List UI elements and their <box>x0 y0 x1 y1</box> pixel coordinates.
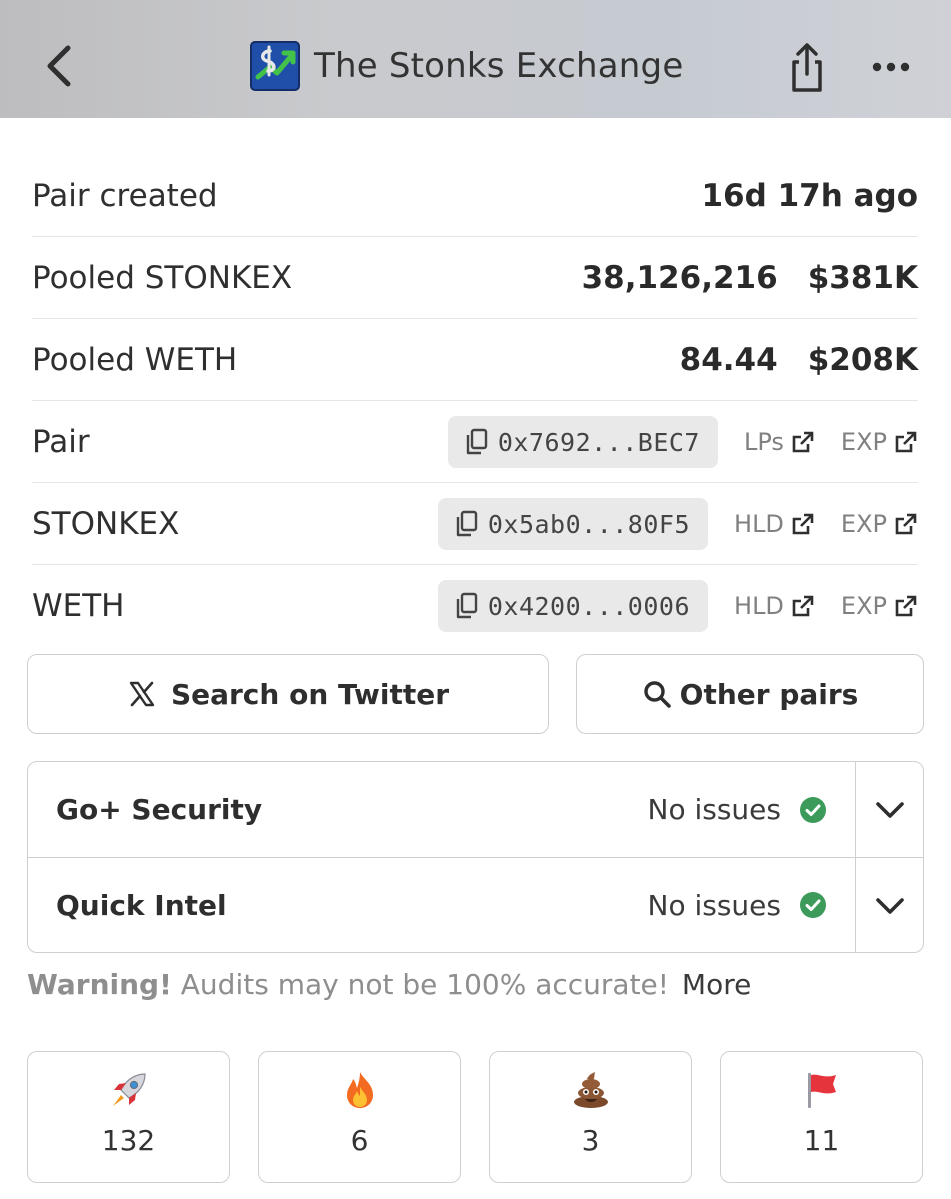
token-address-label: STONKEX <box>32 505 180 542</box>
pooled-weth-usd: $208K <box>807 342 918 378</box>
back-button[interactable] <box>32 36 88 96</box>
pair-address-label: Pair <box>32 423 90 460</box>
token-explorer-link[interactable]: EXP <box>841 510 918 538</box>
pair-explorer-link-label: EXP <box>840 428 887 456</box>
external-link-icon <box>895 513 917 535</box>
pooled-weth-label: Pooled WETH <box>32 341 238 378</box>
audit-status-text: No issues <box>647 888 782 922</box>
warning-text: Audits may not be 100% accurate! <box>180 968 670 1001</box>
more-horizontal-icon <box>872 62 910 72</box>
chevron-down-icon <box>875 801 904 818</box>
copy-weth-address-button[interactable]: 0x4200...0006 <box>437 580 709 632</box>
weth-address-row: WETH 0x4200...0006 HLD EXP <box>32 565 918 647</box>
pair-lps-link[interactable]: LPs <box>744 428 815 456</box>
pair-created-value: 16d 17h ago <box>701 178 918 214</box>
rocket-icon <box>112 1073 146 1106</box>
search-twitter-button[interactable]: Search on Twitter <box>27 654 549 734</box>
warning-more-link[interactable]: More <box>682 968 751 1001</box>
audit-status: No issues <box>648 889 828 922</box>
expand-go-plus-button[interactable] <box>855 762 923 857</box>
fire-icon <box>346 1072 373 1108</box>
token-holders-link-label: HLD <box>734 510 784 538</box>
page-title: The Stonks Exchange <box>314 46 684 86</box>
pooled-weth-amount: 84.44 <box>679 342 778 378</box>
copy-token-address-button[interactable]: 0x5ab0...80F5 <box>437 498 709 550</box>
audit-status-text: No issues <box>647 793 782 826</box>
pair-address-row: Pair 0x7692...BEC7 LPs EXP <box>32 401 918 483</box>
app-header: The Stonks Exchange <box>0 0 951 118</box>
external-link-icon <box>792 431 814 453</box>
poop-icon <box>573 1072 608 1108</box>
reaction-poop-button[interactable]: 3 <box>489 1051 692 1183</box>
red-flag-icon <box>807 1073 836 1108</box>
reaction-fire-button[interactable]: 6 <box>258 1051 461 1183</box>
external-link-icon <box>792 513 814 535</box>
stonks-exchange-logo <box>250 41 300 91</box>
weth-holders-link-label: HLD <box>734 592 784 620</box>
weth-address-label: WETH <box>32 588 125 624</box>
weth-explorer-link-label: EXP <box>840 592 887 620</box>
copy-icon <box>464 428 488 456</box>
reaction-bar: 132 6 3 11 <box>27 1051 924 1183</box>
reaction-count: 11 <box>803 1124 840 1157</box>
pair-created-label: Pair created <box>32 177 218 214</box>
pair-explorer-link[interactable]: EXP <box>841 428 918 456</box>
copy-icon <box>454 510 478 538</box>
chevron-left-icon <box>47 45 71 87</box>
token-address-row: STONKEX 0x5ab0...80F5 HLD EXP <box>32 483 918 565</box>
external-link-icon <box>792 595 814 617</box>
check-circle-icon <box>800 796 826 823</box>
pooled-token-amount: 38,126,216 <box>581 260 778 296</box>
header-title-group: The Stonks Exchange <box>250 38 683 94</box>
other-pairs-label: Other pairs <box>679 677 859 711</box>
token-explorer-link-label: EXP <box>840 510 887 538</box>
search-twitter-label: Search on Twitter <box>170 677 450 711</box>
share-button[interactable] <box>782 40 832 96</box>
pair-address-value: 0x7692...BEC7 <box>497 427 700 457</box>
expand-quick-intel-button[interactable] <box>855 858 923 952</box>
audit-warning: Warning! Audits may not be 100% accurate… <box>27 968 751 1001</box>
audit-row-quick-intel[interactable]: Quick Intel No issues <box>28 857 923 952</box>
pooled-token-usd: $381K <box>807 260 918 296</box>
other-pairs-button[interactable]: Other pairs <box>576 654 924 734</box>
reaction-count: 132 <box>101 1124 156 1157</box>
share-icon <box>792 43 822 92</box>
token-holders-link[interactable]: HLD <box>734 510 815 538</box>
pooled-token-row: Pooled STONKEX 38,126,216 $381K <box>32 237 918 319</box>
x-logo-icon <box>129 681 155 707</box>
audit-name: Quick Intel <box>56 888 227 922</box>
token-address-value: 0x5ab0...80F5 <box>487 509 691 539</box>
pair-created-row: Pair created 16d 17h ago <box>32 155 918 237</box>
warning-prefix: Warning! <box>27 968 172 1001</box>
reaction-red-flag-button[interactable]: 11 <box>720 1051 923 1183</box>
copy-icon <box>454 592 478 620</box>
pair-info-list: Pair created 16d 17h ago Pooled STONKEX … <box>32 155 918 647</box>
reaction-rocket-button[interactable]: 132 <box>27 1051 230 1183</box>
external-link-icon <box>895 595 917 617</box>
audit-row-go-plus[interactable]: Go+ Security No issues <box>28 762 923 857</box>
copy-pair-address-button[interactable]: 0x7692...BEC7 <box>447 416 718 468</box>
audit-panel: Go+ Security No issues Quick Intel No is… <box>27 761 924 953</box>
weth-holders-link[interactable]: HLD <box>734 592 815 620</box>
weth-address-value: 0x4200...0006 <box>487 591 691 621</box>
pooled-weth-row: Pooled WETH 84.44 $208K <box>32 319 918 401</box>
check-circle-icon <box>800 892 826 918</box>
external-link-icon <box>895 431 917 453</box>
pair-lps-link-label: LPs <box>743 428 784 456</box>
more-options-button[interactable] <box>866 52 916 82</box>
audit-name: Go+ Security <box>56 793 263 826</box>
search-icon <box>643 681 671 708</box>
pooled-token-label: Pooled STONKEX <box>32 259 293 296</box>
audit-status: No issues <box>648 793 828 826</box>
reaction-count: 6 <box>350 1124 369 1157</box>
weth-explorer-link[interactable]: EXP <box>841 592 918 620</box>
chevron-down-icon <box>875 897 904 914</box>
reaction-count: 3 <box>581 1124 600 1157</box>
